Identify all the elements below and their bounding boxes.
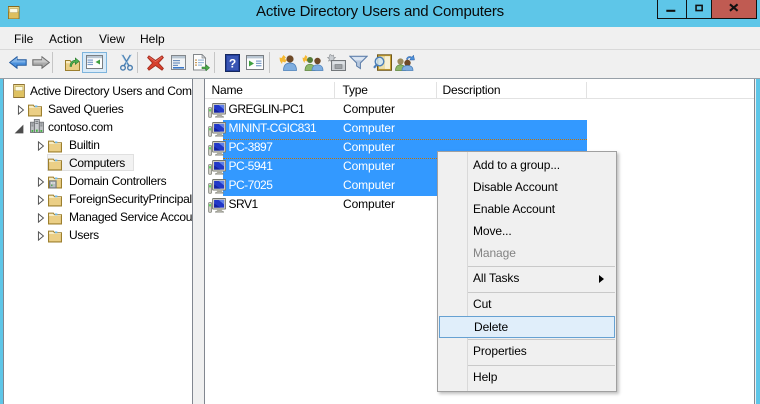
- svg-text:?: ?: [229, 57, 236, 71]
